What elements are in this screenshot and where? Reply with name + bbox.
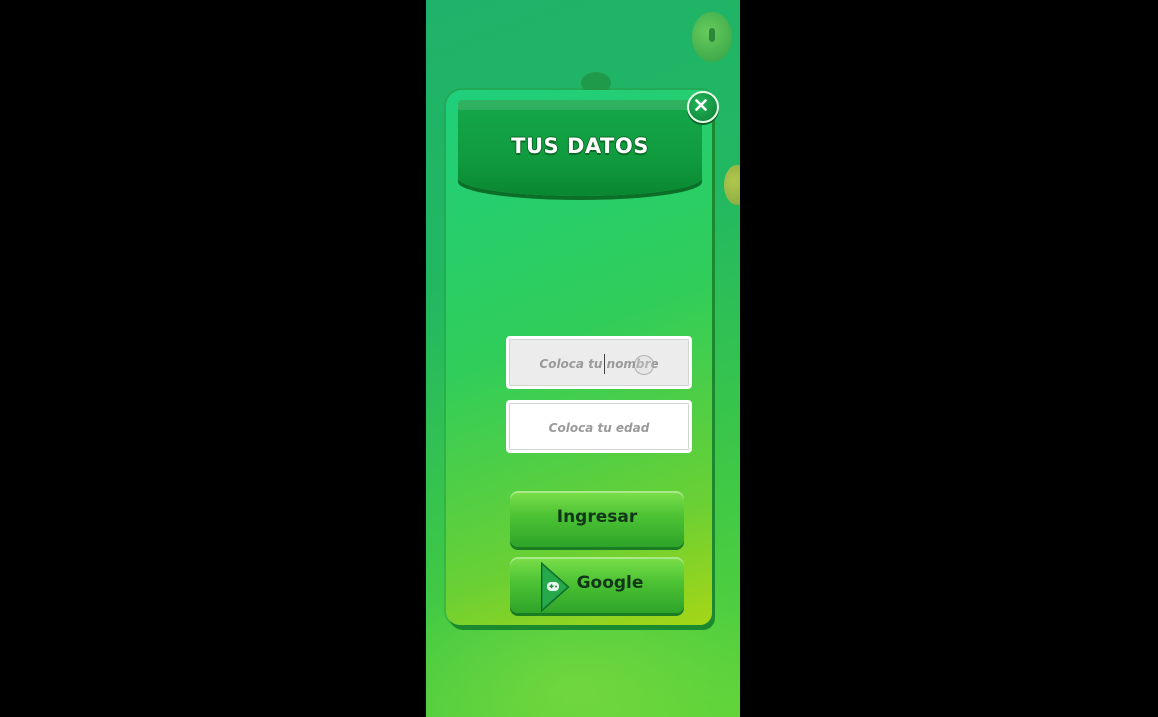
close-button[interactable] — [687, 91, 719, 123]
name-input[interactable]: Coloca tu nombre — [506, 336, 692, 389]
background-decoration — [724, 165, 740, 205]
game-viewport: TUS DATOS Coloca tu nombre Coloca tu eda… — [426, 0, 740, 717]
google-sign-in-button[interactable]: Google — [510, 557, 684, 613]
background-decoration — [692, 12, 732, 62]
text-caret — [604, 354, 605, 374]
close-x-icon — [695, 99, 707, 111]
ingresar-label: Ingresar — [556, 507, 638, 527]
age-input[interactable]: Coloca tu edad — [506, 400, 692, 453]
google-label: Google — [576, 573, 644, 593]
user-data-dialog: TUS DATOS Coloca tu nombre Coloca tu eda… — [446, 90, 712, 625]
name-placeholder: Coloca tu nombre — [539, 357, 659, 371]
screen: TUS DATOS Coloca tu nombre Coloca tu eda… — [0, 0, 1158, 717]
dialog-header: TUS DATOS — [458, 100, 702, 196]
ingresar-button[interactable]: Ingresar — [510, 491, 684, 547]
age-placeholder: Coloca tu edad — [548, 421, 650, 435]
touch-indicator — [634, 355, 654, 375]
dialog-title: TUS DATOS — [511, 134, 649, 158]
